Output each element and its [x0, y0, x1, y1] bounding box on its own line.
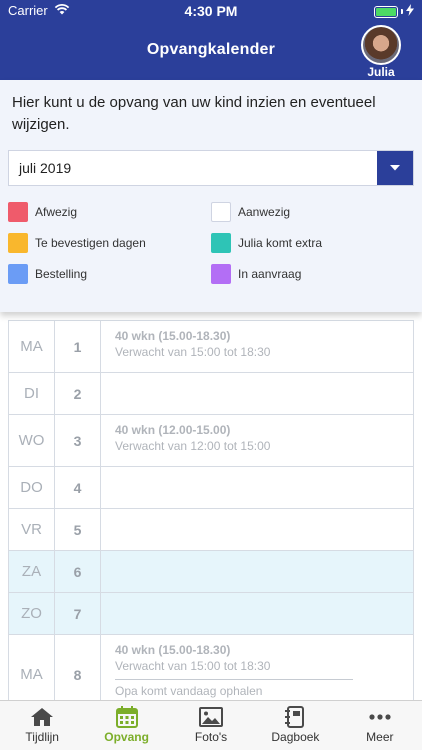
legend-label: In aanvraag	[238, 267, 302, 281]
tab-meer[interactable]: Meer	[338, 701, 422, 750]
weekday-label: VR	[9, 509, 55, 550]
day-number: 1	[55, 321, 101, 372]
calendar-day-row[interactable]: DO 4	[8, 467, 414, 509]
weekday-label: WO	[9, 415, 55, 466]
day-number: 5	[55, 509, 101, 550]
info-panel: Hier kunt u de opvang van uw kind inzien…	[0, 80, 422, 312]
app-header: Opvangkalender Julia	[0, 22, 422, 80]
photo-icon	[198, 706, 224, 728]
legend-swatch	[211, 233, 231, 253]
legend-label: Julia komt extra	[238, 236, 323, 250]
clock: 4:30 PM	[184, 3, 238, 19]
legend-label: Te bevestigen dagen	[35, 236, 146, 250]
calendar-day-row[interactable]: MA 1 40 wkn (15.00-18.30) Verwacht van 15:0…	[8, 321, 414, 373]
month-select-value[interactable]: juli 2019	[9, 151, 377, 185]
day-content[interactable]	[101, 467, 413, 508]
legend-item: Julia komt extra	[211, 233, 322, 253]
booking-title: 40 wkn (15.00-18.30)	[115, 643, 231, 657]
dropdown-button[interactable]	[377, 151, 413, 185]
tab-fotos[interactable]: Foto's	[169, 701, 253, 750]
day-content[interactable]: 40 wkn (12.00-15.00) Verwacht van 12:00 t…	[101, 415, 413, 466]
legend-item: Te bevestigen dagen	[8, 233, 146, 253]
legend-swatch	[211, 202, 231, 222]
home-icon	[29, 706, 55, 728]
legend-item: Afwezig	[8, 202, 77, 222]
charging-icon	[406, 4, 414, 19]
legend-item: In aanvraag	[211, 264, 301, 284]
day-number: 7	[55, 593, 101, 634]
day-number: 3	[55, 415, 101, 466]
day-number: 2	[55, 373, 101, 414]
tab-label: Tijdlijn	[25, 730, 59, 744]
calendar-day-row[interactable]: ZO 7	[8, 593, 414, 635]
calendar-list: MA 1 40 wkn (15.00-18.30) Verwacht van 15:0…	[8, 320, 414, 715]
weekday-label: MA	[9, 321, 55, 372]
day-content[interactable]: 40 wkn (15.00-18.30) Verwacht van 15:00 t…	[101, 321, 413, 372]
day-content[interactable]	[101, 509, 413, 550]
booking-title: 40 wkn (12.00-15.00)	[115, 423, 231, 437]
battery-icon	[374, 5, 398, 18]
tab-bar: Tijdlijn Opvang Foto's Dagboek Meer	[0, 700, 422, 750]
legend-item: Bestelling	[8, 264, 87, 284]
day-content[interactable]	[101, 551, 413, 592]
chevron-down-icon	[389, 159, 401, 177]
more-icon	[367, 706, 393, 728]
legend-swatch	[8, 264, 28, 284]
intro-text: Hier kunt u de opvang van uw kind inzien…	[12, 94, 376, 133]
month-select[interactable]: juli 2019	[8, 150, 414, 186]
booking-expected-time: Verwacht van 15:00 tot 18:30	[115, 345, 271, 359]
tab-label: Meer	[366, 730, 394, 744]
weekday-label: DO	[9, 467, 55, 508]
calendar-day-row[interactable]: VR 5	[8, 509, 414, 551]
day-number: 6	[55, 551, 101, 592]
legend-item: Aanwezig	[211, 202, 290, 222]
weekday-label: DI	[9, 373, 55, 414]
day-content[interactable]	[101, 593, 413, 634]
legend-label: Bestelling	[35, 267, 88, 281]
tab-label: Opvang	[104, 730, 149, 744]
calendar-day-row[interactable]: WO 3 40 wkn (12.00-15.00) Verwacht van 12:0…	[8, 415, 414, 467]
booking-title: 40 wkn (15.00-18.30)	[115, 329, 231, 343]
legend-swatch	[8, 202, 28, 222]
day-note: Opa komt vandaag ophalen	[115, 679, 353, 698]
legend-label: Afwezig	[35, 205, 78, 219]
weekday-label: ZO	[9, 593, 55, 634]
tab-opvang[interactable]: Opvang	[84, 701, 168, 750]
calendar-icon	[114, 706, 140, 728]
legend-label: Aanwezig	[238, 205, 291, 219]
tab-label: Dagboek	[271, 730, 320, 744]
page-title: Opvangkalender	[146, 41, 276, 58]
notebook-icon	[282, 706, 308, 728]
weekday-label: ZA	[9, 551, 55, 592]
tab-dagboek[interactable]: Dagboek	[253, 701, 337, 750]
legend-swatch	[8, 233, 28, 253]
avatar[interactable]	[361, 25, 401, 65]
legend-swatch	[211, 264, 231, 284]
status-bar: Carrier 4:30 PM	[0, 0, 422, 22]
day-number: 4	[55, 467, 101, 508]
tab-label: Foto's	[194, 730, 228, 744]
avatar-name[interactable]: Julia	[352, 65, 410, 79]
booking-expected-time: Verwacht van 15:00 tot 18:30	[115, 659, 271, 673]
calendar-day-row[interactable]: DI 2	[8, 373, 414, 415]
booking-expected-time: Verwacht van 12:00 tot 15:00	[115, 439, 271, 453]
calendar-day-row[interactable]: ZA 6	[8, 551, 414, 593]
day-content[interactable]	[101, 373, 413, 414]
tab-tijdlijn[interactable]: Tijdlijn	[0, 701, 84, 750]
